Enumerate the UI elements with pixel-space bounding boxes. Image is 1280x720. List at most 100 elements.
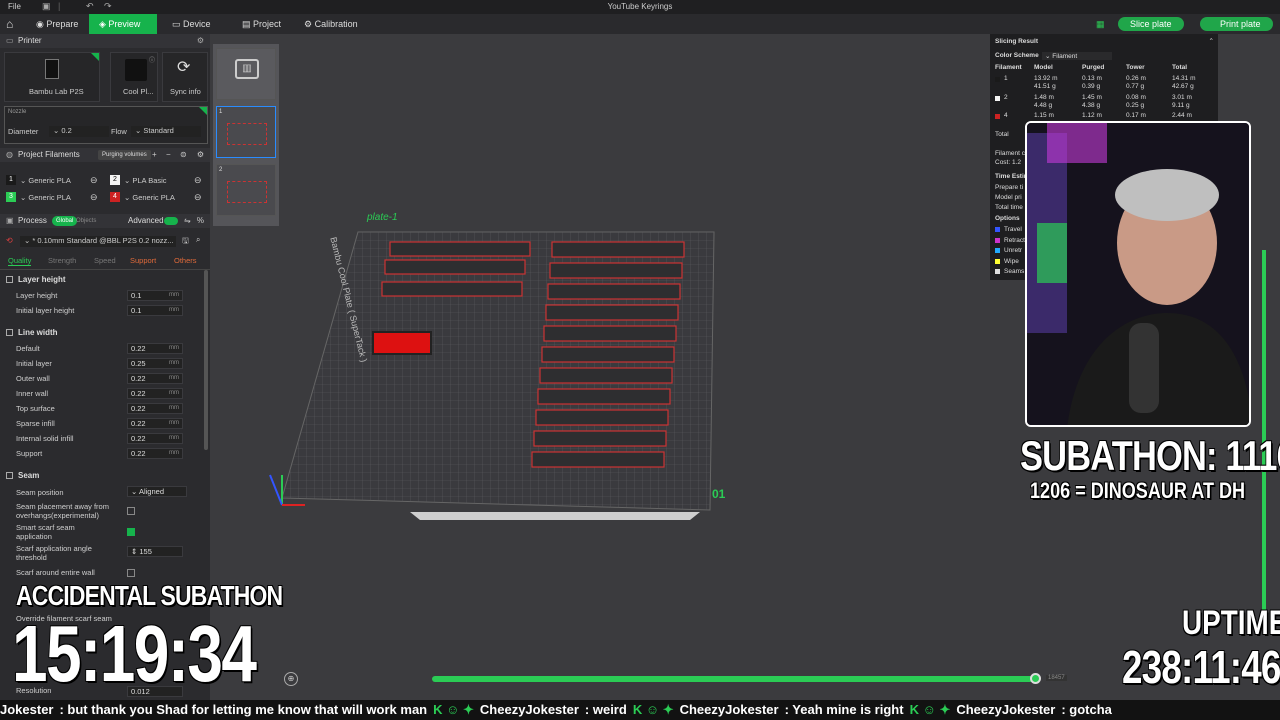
purging-volumes-button[interactable]: Purging volumes (98, 150, 151, 160)
collapse-icon[interactable]: ⌃ (1209, 37, 1214, 45)
outer-wall-input[interactable]: 0.22 mm (127, 373, 183, 384)
slicing-model-value: 41.51 g (1034, 83, 1056, 90)
top-surface-input[interactable]: 0.22 mm (127, 403, 183, 414)
move-slider[interactable] (432, 676, 1036, 682)
keyring-model[interactable] (533, 430, 667, 447)
keyring-model[interactable] (531, 451, 665, 468)
window-title: YouTube Keyrings (607, 2, 673, 11)
keyring-model[interactable] (539, 367, 673, 384)
keyring-model[interactable] (389, 241, 531, 257)
keyring-model[interactable] (545, 304, 679, 321)
objects-toggle[interactable]: Objects (76, 214, 96, 228)
plate-thumb-1[interactable]: 1 (216, 106, 276, 158)
filament-item[interactable]: 4 ⌄ Generic PLA ⊖ (110, 191, 206, 204)
printer-settings-icon[interactable]: ⚙ (197, 34, 204, 48)
process-tab-support[interactable]: Support (130, 256, 156, 265)
keyring-model[interactable] (543, 325, 677, 342)
add-filament-icon[interactable]: + (152, 148, 157, 162)
color-scheme-select[interactable]: ⌄ Filament (1042, 52, 1112, 60)
remove-filament-icon[interactable]: ⊖ (90, 175, 98, 186)
keyring-model[interactable] (547, 283, 681, 300)
keyring-model[interactable] (535, 409, 669, 426)
keyring-model[interactable] (549, 262, 683, 279)
percent-icon[interactable]: % (197, 214, 204, 228)
tab-project[interactable]: ▤ Project (232, 14, 291, 34)
inner-wall-input[interactable]: 0.22 mm (127, 388, 183, 399)
tab-prepare[interactable]: ◉ Prepare (26, 14, 88, 34)
keyring-model[interactable] (551, 241, 685, 258)
filament-swatch (995, 77, 1000, 82)
move-slider-handle[interactable] (1030, 673, 1041, 684)
home-icon[interactable]: ⌂ (0, 14, 19, 34)
sidebar-scrollbar[interactable] (204, 270, 208, 450)
seam-position-select[interactable]: ⌄ Aligned (127, 486, 187, 497)
diameter-select[interactable]: ⌄ 0.2 (49, 126, 109, 137)
remove-filament-icon[interactable]: ⊖ (194, 175, 202, 186)
flow-select[interactable]: ⌄ Standard (131, 126, 201, 137)
keyring-model[interactable] (381, 281, 523, 297)
filament-color-swatch[interactable]: 3 (6, 192, 16, 202)
option-wipe[interactable]: Wipe (1004, 258, 1019, 265)
filament-sync-icon[interactable]: ⊜ (180, 148, 187, 162)
option-seams[interactable]: Seams (1004, 268, 1024, 275)
remove-filament-icon[interactable]: − (166, 148, 171, 162)
slice-plate-button[interactable]: Slice plate (1118, 17, 1184, 31)
support-input[interactable]: 0.22 mm (127, 448, 183, 459)
tab-device[interactable]: ▭ Device (162, 14, 221, 34)
unit-label: mm (169, 307, 179, 313)
search-icon[interactable]: ⌕ (196, 235, 200, 245)
initial-layer-input[interactable]: 0.25 mm (127, 358, 183, 369)
process-tab-quality[interactable]: Quality (8, 256, 32, 266)
seam-away-checkbox[interactable] (127, 507, 135, 515)
remove-filament-icon[interactable]: ⊖ (194, 192, 202, 203)
process-tab-strength[interactable]: Strength (48, 256, 76, 265)
printer-icon: ▭ (6, 36, 14, 45)
filament-color-swatch[interactable]: 1 (6, 175, 16, 185)
internal-solid-infill-input[interactable]: 0.22 mm (127, 433, 183, 444)
default-input[interactable]: 0.22 mm (127, 343, 183, 354)
keyring-model[interactable] (384, 259, 526, 275)
initial-layer-height-input[interactable]: 0.1 mm (127, 305, 183, 316)
keyring-model[interactable] (537, 388, 671, 405)
compare-icon[interactable]: ⇋ (184, 214, 191, 228)
process-profile-select[interactable]: ⌄ * 0.10mm Standard @BBL P2S 0.2 nozz... (20, 236, 176, 247)
filament-item[interactable]: 2 ⌄ PLA Basic ⊖ (110, 174, 206, 187)
option-retract[interactable]: Retract (1004, 237, 1025, 244)
option-travel[interactable]: Travel (1004, 226, 1022, 233)
filament-color-swatch[interactable]: 2 (110, 175, 120, 185)
info-icon[interactable]: ⓘ (149, 55, 155, 64)
slicing-total-value: 42.67 g (1172, 83, 1194, 90)
filament-settings-icon[interactable]: ⚙ (197, 148, 204, 162)
option-unretr[interactable]: Unretr (1004, 247, 1022, 254)
scarf-angle-input[interactable]: ⇕ 155 (127, 546, 183, 557)
keyring-model[interactable] (541, 346, 675, 363)
filament-item[interactable]: 1 ⌄ Generic PLA ⊖ (6, 174, 102, 187)
process-tab-others[interactable]: Others (174, 256, 197, 265)
filament-color-swatch[interactable]: 4 (110, 192, 120, 202)
tab-preview[interactable]: ◈ Preview (89, 14, 157, 34)
sync-info-button[interactable]: ⟳ Sync info (162, 52, 208, 102)
printer-select[interactable]: Bambu Lab P2S (4, 52, 100, 102)
plate-thumb-overview[interactable]: ▥ (216, 48, 276, 100)
unit-label: mm (169, 435, 179, 441)
scarf-entire-checkbox[interactable] (127, 569, 135, 577)
tab-prepare-label: Prepare (46, 19, 79, 29)
process-tab-speed[interactable]: Speed (94, 256, 116, 265)
tab-calibration[interactable]: ⚙ Calibration (294, 14, 368, 34)
build-plate-view[interactable] (210, 200, 770, 530)
plate-type-select[interactable]: Cool Pl... ⓘ (110, 52, 158, 102)
advanced-toggle[interactable] (164, 217, 178, 225)
smart-scarf-checkbox[interactable] (127, 528, 135, 536)
layer-slider[interactable] (1262, 250, 1266, 610)
print-plate-button[interactable]: Print plate (1200, 17, 1273, 31)
seam-position-label: Seam position (16, 488, 64, 497)
sparse-infill-input[interactable]: 0.22 mm (127, 418, 183, 429)
view-settings-icon[interactable]: ⊕ (284, 672, 298, 686)
filament-item[interactable]: 3 ⌄ Generic PLA ⊖ (6, 191, 102, 204)
layer-height-input[interactable]: 0.1 mm (127, 290, 183, 301)
remove-filament-icon[interactable]: ⊖ (90, 192, 98, 203)
seam-group-icon (6, 472, 13, 479)
layout-icon[interactable]: ▦ (1086, 14, 1115, 34)
global-toggle[interactable]: Global (52, 216, 78, 226)
save-profile-icon[interactable]: 🖫 (182, 235, 189, 249)
